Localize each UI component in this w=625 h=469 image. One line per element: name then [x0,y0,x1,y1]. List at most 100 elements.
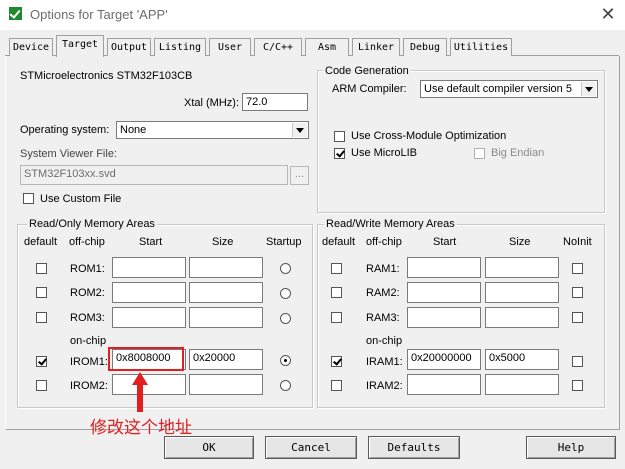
irom2-startup-radio[interactable] [280,380,291,391]
tab-target[interactable]: Target [56,35,104,57]
rom2-label: ROM2: [70,287,105,299]
tab-device[interactable]: Device [9,38,53,56]
iram2-noinit-checkbox[interactable] [572,380,583,391]
os-select-value: None [120,124,147,136]
ram3-size-input[interactable] [485,307,559,328]
ram1-size-input[interactable] [485,257,559,278]
rom3-startup-radio[interactable] [280,313,291,324]
ram1-noinit-checkbox[interactable] [572,263,583,274]
rom-header-startup: Startup [266,236,302,248]
check-icon [9,7,22,20]
svd-label: System Viewer File: [20,148,117,160]
close-icon[interactable]: ✕ [596,3,620,25]
use-custom-file-checkbox[interactable] [23,193,34,204]
irom1-size-input[interactable]: 0x20000 [189,349,263,370]
cross-module-checkbox[interactable] [334,131,345,142]
iram2-size-input[interactable] [485,374,559,395]
big-endian-label: Big Endian [491,147,545,159]
irom2-default-checkbox[interactable] [36,380,47,391]
iram1-label: IRAM1: [366,356,403,368]
irom1-startup-radio[interactable] [280,355,291,366]
iram1-start-input[interactable]: 0x20000000 [407,349,481,370]
rom-header-default: default [24,236,58,248]
rom2-start-input[interactable] [112,282,186,303]
arm-compiler-select[interactable]: Use default compiler version 5 [420,80,598,98]
ram1-label: RAM1: [366,263,400,275]
os-label: Operating system: [20,124,110,136]
microlib-label: Use MicroLIB [351,147,418,159]
rom-group-title: Read/Only Memory Areas [27,218,157,230]
tab-utilities[interactable]: Utilities [450,38,512,56]
annotation-text: 修改这个地址 [90,418,192,437]
irom2-label: IROM2: [70,380,108,392]
defaults-button[interactable]: Defaults [368,436,460,459]
irom1-default-checkbox[interactable] [36,356,47,367]
rom-header-offchip: off-chip [69,236,105,248]
tab-output[interactable]: Output [107,38,151,56]
ram3-default-checkbox[interactable] [331,312,342,323]
use-custom-file-label: Use Custom File [40,193,122,205]
ram-group-title: Read/Write Memory Areas [324,218,457,230]
help-button[interactable]: Help [526,436,616,459]
iram1-default-checkbox[interactable] [331,356,342,367]
ram1-default-checkbox[interactable] [331,263,342,274]
rom3-label: ROM3: [70,312,105,324]
chevron-down-icon[interactable] [581,82,596,96]
ram-header-start: Start [433,236,457,248]
ram-header-size: Size [509,236,531,248]
rom2-size-input[interactable] [189,282,263,303]
arm-compiler-value: Use default compiler version 5 [424,83,572,95]
iram1-size-input[interactable]: 0x5000 [485,349,559,370]
ram-header-offchip: off-chip [366,236,402,248]
os-select[interactable]: None [116,121,309,139]
svd-browse-button[interactable]: ... [290,166,309,185]
ram3-start-input[interactable] [407,307,481,328]
tab-asm[interactable]: Asm [305,38,349,56]
ram2-noinit-checkbox[interactable] [572,287,583,298]
window-title: Options for Target 'APP' [30,7,168,22]
rom2-default-checkbox[interactable] [36,287,47,298]
rom1-default-checkbox[interactable] [36,263,47,274]
tab-c-cpp[interactable]: C/C++ [254,38,302,56]
svd-input[interactable]: STM32F103xx.svd [20,165,288,185]
iram1-noinit-checkbox[interactable] [572,356,583,367]
arm-compiler-label: ARM Compiler: [332,83,407,95]
iram2-start-input[interactable] [407,374,481,395]
code-generation-title: Code Generation [323,65,411,77]
rom1-label: ROM1: [70,263,105,275]
ram3-noinit-checkbox[interactable] [572,312,583,323]
rom3-default-checkbox[interactable] [36,312,47,323]
cancel-button[interactable]: Cancel [265,436,357,459]
xtal-input[interactable]: 72.0 [242,93,308,111]
rom3-start-input[interactable] [112,307,186,328]
cross-module-label: Use Cross-Module Optimization [351,130,507,142]
tab-debug[interactable]: Debug [403,38,447,56]
ram2-size-input[interactable] [485,282,559,303]
rom2-startup-radio[interactable] [280,288,291,299]
tab-listing[interactable]: Listing [154,38,206,56]
irom2-size-input[interactable] [189,374,263,395]
chevron-down-icon[interactable] [292,123,307,137]
rom3-size-input[interactable] [189,307,263,328]
ram2-default-checkbox[interactable] [331,287,342,298]
arrow-up-icon [132,372,148,412]
ram1-start-input[interactable] [407,257,481,278]
ram-header-default: default [322,236,356,248]
rom-onchip-label: on-chip [70,335,107,347]
tab-user[interactable]: User [209,38,251,56]
big-endian-checkbox[interactable] [474,148,485,159]
ram-header-noinit: NoInit [563,236,592,248]
ram3-label: RAM3: [366,312,400,324]
tab-linker[interactable]: Linker [352,38,400,56]
microlib-checkbox[interactable] [334,148,345,159]
rom1-start-input[interactable] [112,257,186,278]
rom1-size-input[interactable] [189,257,263,278]
ram2-start-input[interactable] [407,282,481,303]
rom-header-start: Start [139,236,163,248]
rom1-startup-radio[interactable] [280,263,291,274]
iram2-default-checkbox[interactable] [331,380,342,391]
annotation-highlight-box [108,347,184,371]
rom-header-size: Size [212,236,234,248]
irom1-label: IROM1: [70,356,108,368]
ok-button[interactable]: OK [164,436,254,459]
